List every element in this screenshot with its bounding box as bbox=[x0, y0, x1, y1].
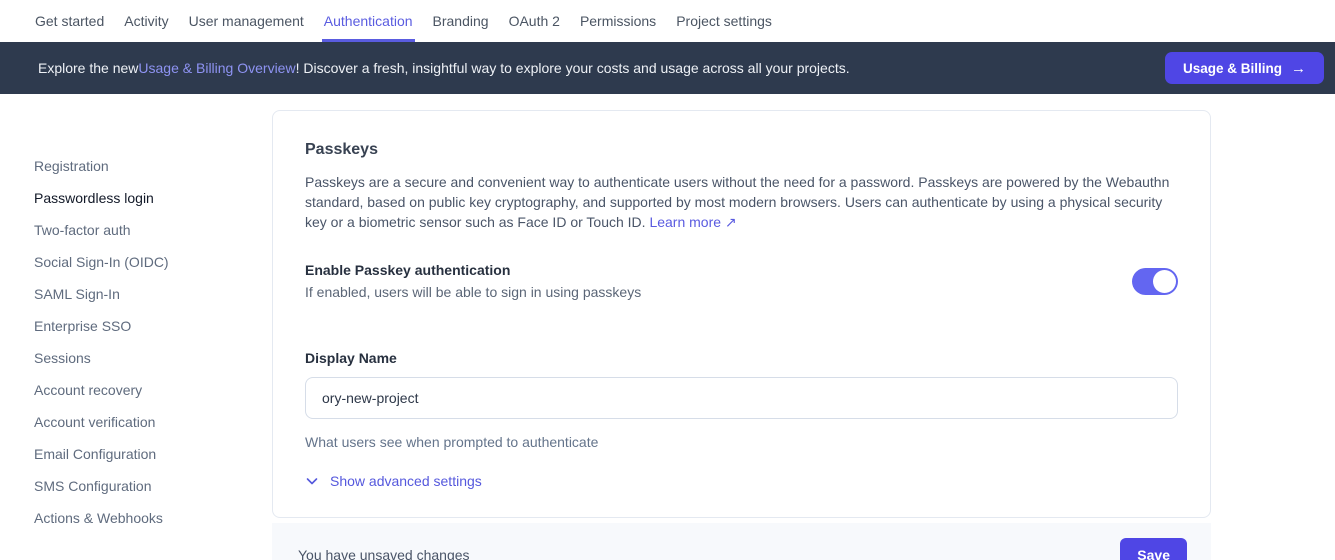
sidebar-item-social-sign-in[interactable]: Social Sign-In (OIDC) bbox=[34, 246, 272, 278]
display-name-label: Display Name bbox=[305, 350, 1178, 366]
external-link-icon: ↗ bbox=[725, 214, 737, 230]
toggle-knob bbox=[1153, 270, 1176, 293]
chevron-down-icon bbox=[305, 474, 319, 488]
main-panel: Passkeys Passkeys are a secure and conve… bbox=[272, 94, 1335, 560]
passkeys-description-text: Passkeys are a secure and convenient way… bbox=[305, 174, 1169, 230]
display-name-section: Display Name What users see when prompte… bbox=[305, 350, 1178, 450]
sidebar-item-registration[interactable]: Registration bbox=[34, 150, 272, 182]
show-advanced-settings[interactable]: Show advanced settings bbox=[305, 473, 1178, 489]
tab-authentication[interactable]: Authentication bbox=[324, 0, 413, 42]
display-name-help: What users see when prompted to authenti… bbox=[305, 434, 1178, 450]
tab-project-settings[interactable]: Project settings bbox=[676, 0, 772, 42]
tab-user-management[interactable]: User management bbox=[189, 0, 304, 42]
passkeys-card: Passkeys Passkeys are a secure and conve… bbox=[272, 110, 1211, 518]
banner-text-after: ! Discover a fresh, insightful way to ex… bbox=[296, 60, 850, 76]
page-title: Passkeys bbox=[305, 141, 1178, 159]
banner-text-before: Explore the new bbox=[38, 60, 138, 76]
sidebar-item-sessions[interactable]: Sessions bbox=[34, 342, 272, 374]
tab-get-started[interactable]: Get started bbox=[35, 0, 104, 42]
sidebar-item-passwordless-login[interactable]: Passwordless login bbox=[34, 182, 272, 214]
usage-billing-button-label: Usage & Billing bbox=[1183, 61, 1282, 76]
usage-billing-button[interactable]: Usage & Billing → bbox=[1165, 52, 1324, 84]
learn-more-link[interactable]: Learn more ↗ bbox=[649, 214, 736, 230]
enable-passkey-toggle[interactable] bbox=[1132, 268, 1178, 295]
tab-branding[interactable]: Branding bbox=[433, 0, 489, 42]
content-area: Registration Passwordless login Two-fact… bbox=[0, 94, 1335, 560]
sidebar-item-actions-webhooks[interactable]: Actions & Webhooks bbox=[34, 502, 272, 534]
show-advanced-settings-label: Show advanced settings bbox=[330, 473, 482, 489]
save-button[interactable]: Save bbox=[1120, 538, 1187, 560]
sidebar-item-two-factor-auth[interactable]: Two-factor auth bbox=[34, 214, 272, 246]
sidebar-item-account-verification[interactable]: Account verification bbox=[34, 406, 272, 438]
sidebar-item-saml-sign-in[interactable]: SAML Sign-In bbox=[34, 278, 272, 310]
top-navigation: Get started Activity User management Aut… bbox=[0, 0, 1335, 42]
sidebar-item-account-recovery[interactable]: Account recovery bbox=[34, 374, 272, 406]
usage-billing-overview-link[interactable]: Usage & Billing Overview bbox=[138, 60, 295, 76]
passkeys-description: Passkeys are a secure and convenient way… bbox=[305, 172, 1178, 232]
unsaved-changes-status: You have unsaved changes bbox=[298, 547, 470, 560]
arrow-right-icon: → bbox=[1291, 60, 1306, 77]
sidebar-item-email-configuration[interactable]: Email Configuration bbox=[34, 438, 272, 470]
tab-oauth2[interactable]: OAuth 2 bbox=[509, 0, 560, 42]
sidebar-item-sms-configuration[interactable]: SMS Configuration bbox=[34, 470, 272, 502]
tab-permissions[interactable]: Permissions bbox=[580, 0, 656, 42]
sidebar-item-enterprise-sso[interactable]: Enterprise SSO bbox=[34, 310, 272, 342]
enable-passkey-help: If enabled, users will be able to sign i… bbox=[305, 284, 641, 300]
settings-sidebar: Registration Passwordless login Two-fact… bbox=[0, 94, 272, 560]
enable-passkey-texts: Enable Passkey authentication If enabled… bbox=[305, 262, 641, 300]
unsaved-changes-bar: You have unsaved changes Save bbox=[272, 523, 1211, 560]
enable-passkey-label: Enable Passkey authentication bbox=[305, 262, 641, 278]
tab-activity[interactable]: Activity bbox=[124, 0, 168, 42]
learn-more-label: Learn more bbox=[649, 214, 721, 230]
usage-billing-banner: Explore the new Usage & Billing Overview… bbox=[0, 42, 1335, 94]
enable-passkey-row: Enable Passkey authentication If enabled… bbox=[305, 262, 1178, 300]
display-name-input[interactable] bbox=[305, 377, 1178, 419]
